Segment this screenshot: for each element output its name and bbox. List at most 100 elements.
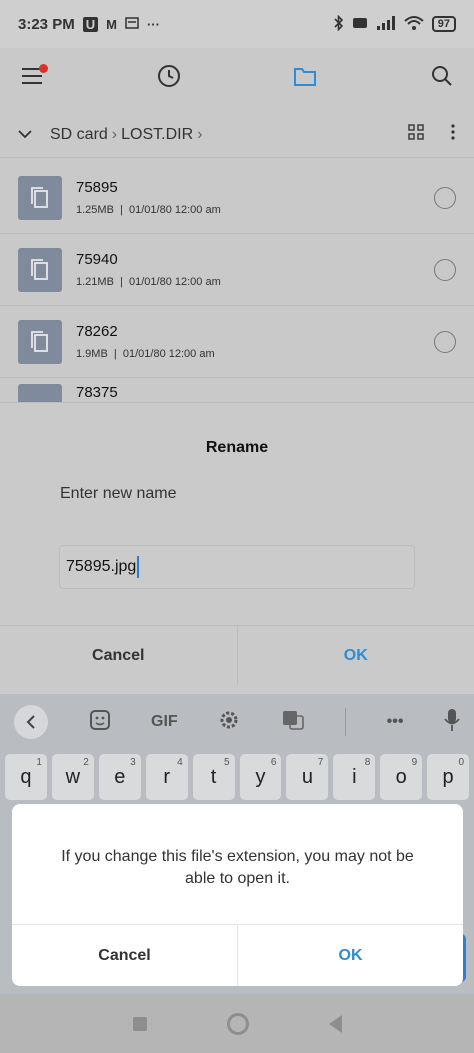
key-u[interactable]: 7u: [286, 754, 329, 800]
recents-icon[interactable]: [132, 1016, 147, 1031]
grid-view-icon[interactable]: [408, 124, 424, 145]
key-hint: 4: [177, 757, 183, 768]
key-i[interactable]: 8i: [333, 754, 376, 800]
translate-icon[interactable]: [281, 709, 305, 736]
file-name: 78375: [76, 384, 118, 401]
key-o[interactable]: 9o: [380, 754, 423, 800]
key-label: q: [20, 765, 32, 788]
file-icon: [18, 175, 62, 220]
key-hint: 2: [83, 757, 89, 768]
status-time: 3:23 PM: [18, 15, 75, 33]
more-options-icon[interactable]: [450, 123, 456, 146]
key-y[interactable]: 6y: [239, 754, 282, 800]
folder-icon[interactable]: [291, 62, 319, 90]
rename-dialog: Rename Enter new name 75895.jpg Cancel O…: [0, 402, 474, 694]
file-date: 01/01/80 12:00 am: [129, 204, 221, 216]
key-hint: 6: [270, 757, 277, 768]
warning-ok-button[interactable]: OK: [238, 925, 463, 986]
volte-icon: [352, 16, 368, 33]
key-hint: 0: [458, 757, 465, 768]
rename-cancel-button[interactable]: Cancel: [0, 626, 238, 685]
home-icon[interactable]: [226, 1012, 249, 1035]
file-icon: [18, 247, 62, 292]
gif-button[interactable]: GIF: [151, 713, 178, 731]
notification-icons: U M ···: [82, 16, 160, 32]
history-icon[interactable]: [155, 62, 183, 90]
file-name: 75895: [76, 179, 118, 196]
warning-cancel-button[interactable]: Cancel: [12, 925, 238, 986]
breadcrumb-sd-card[interactable]: SD card: [50, 126, 108, 144]
search-icon[interactable]: [428, 62, 456, 90]
status-right: 97: [334, 14, 456, 34]
key-w[interactable]: 2w: [51, 754, 94, 800]
file-row[interactable]: 78262 1.9MB | 01/01/80 12:00 am: [0, 306, 474, 378]
key-hint: 3: [130, 757, 136, 768]
file-date: 01/01/80 12:00 am: [129, 276, 221, 288]
key-hint: 9: [411, 757, 418, 768]
key-label: w: [65, 765, 81, 788]
wifi-icon: [404, 15, 424, 34]
dialog-title: Rename: [205, 439, 269, 456]
keyboard-toolbar: GIF •••: [0, 694, 474, 750]
key-label: p: [442, 765, 454, 788]
key-r[interactable]: 4r: [145, 754, 188, 800]
more-notifications-icon: ···: [146, 16, 160, 32]
key-t[interactable]: 5t: [192, 754, 235, 800]
key-q[interactable]: 1q: [5, 754, 47, 800]
inbox-icon: [125, 16, 139, 32]
key-p[interactable]: 0p: [427, 754, 470, 800]
signal-icon: [376, 15, 396, 34]
select-radio[interactable]: [434, 258, 456, 281]
file-list: 75895 1.25MB | 01/01/80 12:00 am 75940 1…: [0, 162, 474, 402]
notification-dot: [39, 64, 48, 73]
file-row[interactable]: 78375: [0, 378, 474, 402]
key-hint: 8: [364, 757, 371, 768]
key-hint: 1: [36, 757, 42, 768]
settings-icon[interactable]: [218, 709, 240, 736]
file-icon: [18, 384, 62, 402]
menu-icon[interactable]: [18, 62, 48, 90]
breadcrumb-separator: ›: [111, 125, 118, 143]
m-app-icon: M: [106, 16, 117, 32]
file-name: 78262: [76, 323, 118, 340]
select-radio[interactable]: [434, 186, 456, 209]
u-app-icon: U: [82, 16, 99, 32]
back-nav-icon[interactable]: [328, 1014, 342, 1033]
navigation-bar: [0, 994, 474, 1053]
keyboard-row-1: 1q 2w 3e 4r 5t 6y 7u 8i 9o 0p: [0, 754, 474, 800]
key-label: o: [395, 765, 407, 788]
key-label: t: [210, 765, 217, 788]
key-e[interactable]: 3e: [98, 754, 141, 800]
status-bar: 3:23 PM U M ··· 97: [0, 0, 474, 48]
file-size: 1.21MB: [76, 276, 114, 288]
breadcrumb-lost-dir[interactable]: LOST.DIR: [121, 126, 193, 144]
file-size: 1.9MB: [76, 348, 108, 360]
rename-label: Enter new name: [60, 485, 177, 502]
mic-icon[interactable]: [444, 708, 460, 737]
file-meta: 1.25MB | 01/01/80 12:00 am: [76, 204, 221, 216]
chevron-down-icon[interactable]: [18, 126, 32, 144]
file-icon: [18, 319, 62, 364]
rename-input[interactable]: 75895.jpg: [59, 545, 415, 589]
more-icon[interactable]: •••: [387, 713, 404, 731]
rename-ok-button[interactable]: OK: [238, 626, 474, 685]
warning-message: If you change this file's extension, you…: [61, 848, 414, 887]
sticker-icon[interactable]: [89, 709, 111, 736]
file-size: 1.25MB: [76, 204, 114, 216]
key-hint: 7: [317, 757, 324, 768]
rename-input-value: 75895.jpg: [66, 558, 137, 575]
toolbar-divider: [345, 708, 347, 736]
file-date: 01/01/80 12:00 am: [122, 348, 215, 360]
key-label: i: [352, 765, 357, 788]
file-row[interactable]: 75895 1.25MB | 01/01/80 12:00 am: [0, 162, 474, 234]
breadcrumb-separator: ›: [197, 125, 203, 143]
file-row[interactable]: 75940 1.21MB | 01/01/80 12:00 am: [0, 234, 474, 306]
file-meta: 1.21MB | 01/01/80 12:00 am: [76, 276, 221, 288]
battery-icon: 97: [431, 16, 456, 32]
select-radio[interactable]: [434, 330, 456, 353]
key-label: u: [301, 765, 313, 788]
file-name: 75940: [76, 251, 118, 268]
key-label: y: [255, 765, 266, 788]
back-icon[interactable]: [14, 705, 48, 739]
key-label: e: [114, 765, 126, 788]
